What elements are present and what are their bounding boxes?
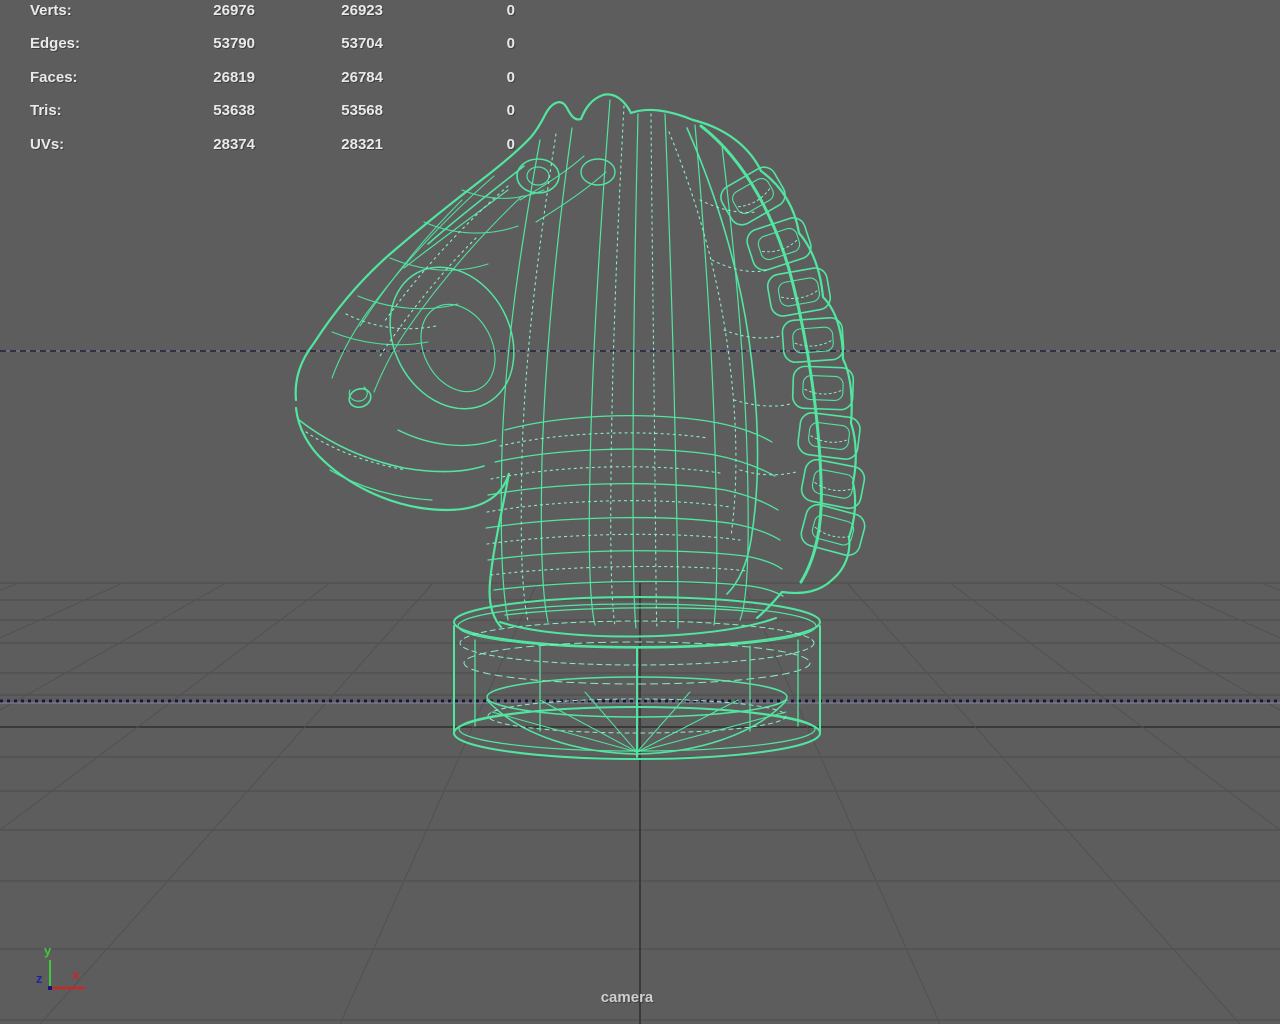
hud-row: Verts: 26976 26923 0 (0, 2, 560, 19)
hud-row-label: Verts: (30, 2, 72, 19)
hud-row-label: Faces: (30, 69, 78, 86)
hidden-edge-dotted-mesh (305, 105, 797, 629)
hud-component-value: 0 (506, 69, 515, 86)
hud-row: UVs: 28374 28321 0 (0, 136, 560, 153)
head-features (298, 155, 616, 501)
hud-selected-value: 26923 (341, 2, 383, 19)
hud-component-value: 0 (506, 136, 515, 153)
hud-component-value: 0 (506, 35, 515, 52)
maya-viewport[interactable]: Verts: 26976 26923 0 Edges: 53790 53704 … (0, 0, 1280, 1024)
neck-longitude-mesh (500, 99, 749, 629)
z-axis-origin-dot (48, 986, 52, 990)
cheek-loop (389, 266, 515, 410)
hud-selected-value: 26784 (341, 69, 383, 86)
chin-crease (329, 469, 433, 501)
x-axis-label: x (72, 967, 80, 982)
poly-count-hud: Verts: 26976 26923 0 Edges: 53790 53704 … (0, 0, 560, 170)
hud-total-value: 28374 (213, 136, 255, 153)
hud-row-label: UVs: (30, 136, 65, 153)
hud-total-value: 53638 (213, 102, 255, 119)
ground-grid (0, 582, 1280, 1024)
axis-orientation-gizmo: y x z (36, 942, 100, 1002)
hud-component-value: 0 (506, 102, 515, 119)
hud-total-value: 53790 (213, 35, 255, 52)
depth-marker-dotted-line (0, 699, 1280, 704)
hud-total-value: 26976 (213, 2, 255, 19)
ear-base-ring (580, 158, 616, 186)
hud-row-label: Edges: (30, 35, 81, 52)
hud-row: Edges: 53790 53704 0 (0, 35, 560, 52)
mane-detail (686, 124, 869, 595)
face-mesh (331, 175, 545, 393)
camera-name-label: camera (600, 989, 654, 1006)
pedestal-base (453, 596, 821, 760)
y-axis-label: y (44, 943, 52, 958)
model-outline (294, 93, 857, 629)
hud-row-label: Tris: (30, 102, 62, 119)
hud-selected-value: 28321 (341, 136, 383, 153)
z-axis-label: z (36, 971, 43, 986)
knight-wireframe-model[interactable] (294, 93, 869, 760)
hud-row: Tris: 53638 53568 0 (0, 102, 560, 119)
hud-component-value: 0 (506, 2, 515, 19)
chest-outline (294, 406, 511, 629)
brow-line (427, 165, 525, 245)
jaw-curve (397, 429, 497, 447)
hud-total-value: 26819 (213, 69, 255, 86)
hud-row: Faces: 26819 26784 0 (0, 69, 560, 86)
hud-selected-value: 53568 (341, 102, 383, 119)
mane-spine (699, 124, 823, 584)
mane-inner-boundary (686, 127, 759, 595)
hud-selected-value: 53704 (341, 35, 383, 52)
